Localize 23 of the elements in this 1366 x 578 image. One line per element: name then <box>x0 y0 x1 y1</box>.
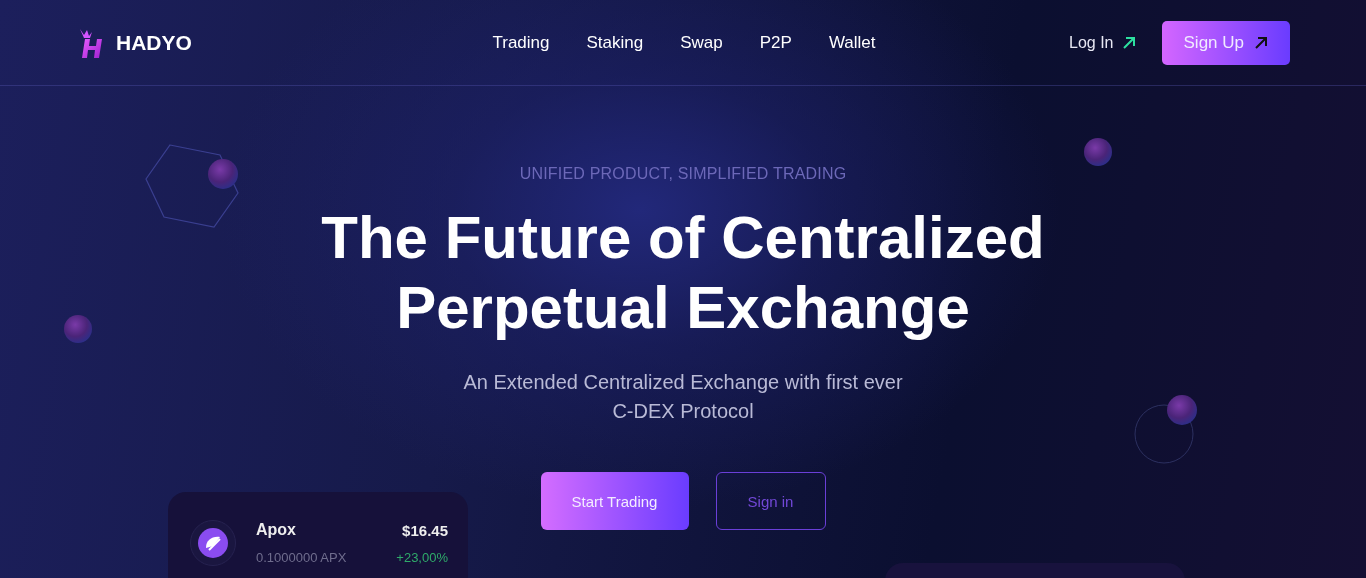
token-amount: 0.1000000 APX <box>256 550 348 565</box>
start-trading-button[interactable]: Start Trading <box>540 472 689 530</box>
token-name: Apox <box>256 521 297 539</box>
subtitle: An Extended Centralized Exchange with first ever C-DEX Protocol <box>463 370 903 424</box>
sphere-icon <box>1084 138 1112 166</box>
nav-link[interactable]: Trading <box>492 32 550 53</box>
nav-link[interactable]: P2P <box>759 32 792 53</box>
signup-button[interactable]: Sign Up <box>1161 20 1290 65</box>
coin-icon <box>198 528 228 558</box>
sphere-icon <box>1167 395 1197 425</box>
arrow-up-right-icon <box>1254 35 1268 50</box>
arrow-up-right-icon <box>1121 35 1136 50</box>
eyebrow-text: UNIFIED PRODUCT, SIMPLIFIED TRADING <box>519 165 847 183</box>
nav-link[interactable]: Staking <box>586 32 644 53</box>
sphere-icon <box>208 159 238 189</box>
login-link[interactable]: Log In <box>1069 33 1136 52</box>
brand-name: HADYO <box>116 30 192 55</box>
price-change: +23,00% <box>396 550 448 565</box>
headline: The Future of Centralized Perpetual Exchange <box>321 203 1045 343</box>
sphere-icon <box>64 315 92 343</box>
token-price: $16.45 <box>401 521 448 539</box>
nav-link[interactable]: Wallet <box>828 32 876 53</box>
nav-link[interactable]: Swap <box>680 32 723 53</box>
